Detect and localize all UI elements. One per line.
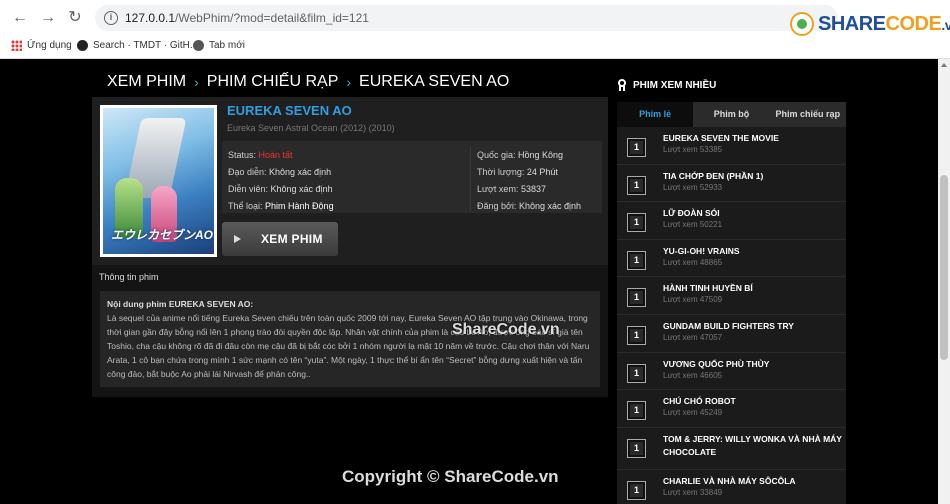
- item-title[interactable]: CHÚ CHÓ ROBOT: [663, 395, 843, 408]
- meta-uploader: Đăng bởi: Không xác định: [477, 201, 581, 211]
- page-content: XEM PHIM › PHIM CHIẾU RẠP › EUREKA SEVEN…: [0, 59, 950, 504]
- poster-logo: エウレカセブンAO: [111, 228, 214, 242]
- item-views: Lượt xem 47509: [663, 295, 723, 305]
- most-viewed-list: 1 EUREKA SEVEN THE MOVIE Lượt xem 53385 …: [617, 127, 846, 504]
- play-icon: [234, 235, 241, 243]
- meta-actors: Diễn viên: Không xác định: [228, 184, 333, 194]
- rank-badge: 1: [627, 175, 646, 195]
- github-icon: [77, 40, 88, 51]
- list-item[interactable]: 1 TIA CHỚP ĐEN (PHẦN 1) Lượt xem 52933: [617, 165, 846, 203]
- medal-icon: [617, 79, 627, 91]
- rank-badge: 1: [627, 401, 646, 421]
- film-poster: エウレカセブンAO: [100, 105, 217, 257]
- item-title[interactable]: VƯƠNG QUỐC PHÙ THỦY: [663, 358, 843, 371]
- item-views: Lượt xem 46605: [663, 370, 723, 380]
- chevron-right-icon: ›: [346, 74, 352, 90]
- item-title[interactable]: CHARLIE VÀ NHÀ MÁY SÔCÔLA: [663, 475, 843, 488]
- bookmark-new-tab[interactable]: Tab mới: [193, 40, 245, 51]
- item-views: Lượt xem 33849: [663, 487, 723, 497]
- tab-phim-chieu-rap[interactable]: Phim chiếu rạp: [770, 102, 846, 127]
- list-item[interactable]: 1 GUNDAM BUILD FIGHTERS TRY Lượt xem 470…: [617, 315, 846, 353]
- page-scrollbar[interactable]: [938, 59, 950, 504]
- meta-duration: Thời lượng: 24 Phút: [477, 167, 558, 177]
- meta-status: Status: Hoàn tất: [228, 150, 293, 160]
- item-title[interactable]: HÀNH TINH HUYỀN BÍ: [663, 282, 843, 295]
- watermark-overlay: ShareCode.vn: [452, 321, 560, 338]
- meta-genre: Thể loại: Phim Hành Động: [228, 201, 334, 211]
- breadcrumb-current-film: EUREKA SEVEN AO: [359, 73, 510, 90]
- film-subtitle: Eureka Seven Astral Ocean (2012) (2010): [227, 123, 395, 133]
- genre-link[interactable]: Phim Hành Động: [265, 201, 334, 211]
- item-title[interactable]: TOM & JERRY: WILLY WONKA VÀ NHÀ MÁY CHOC…: [663, 433, 843, 459]
- bookmark-github[interactable]: Search · TMDT · GitH...: [77, 40, 198, 51]
- address-bar[interactable]: i 127.0.0.1/WebPhim/?mod=detail&film_id=…: [95, 5, 838, 31]
- list-item[interactable]: 1 CHARLIE VÀ NHÀ MÁY SÔCÔLA Lượt xem 338…: [617, 470, 846, 504]
- film-detail-panel: エウレカセブンAO EUREKA SEVEN AO Eureka Seven A…: [92, 97, 608, 397]
- list-item[interactable]: 1 TOM & JERRY: WILLY WONKA VÀ NHÀ MÁY CH…: [617, 428, 846, 470]
- breadcrumb: XEM PHIM › PHIM CHIẾU RẠP › EUREKA SEVEN…: [107, 73, 509, 91]
- list-item[interactable]: 1 YU-GI-OH! VRAINS Lượt xem 48865: [617, 240, 846, 278]
- breadcrumb-xem-phim[interactable]: XEM PHIM: [107, 73, 186, 91]
- item-views: Lượt xem 52933: [663, 182, 723, 192]
- rank-badge: 1: [627, 480, 646, 500]
- item-title[interactable]: EUREKA SEVEN THE MOVIE: [663, 132, 843, 145]
- item-views: Lượt xem 47057: [663, 332, 723, 342]
- most-viewed-tabs: Phim lẻ Phim bộ Phim chiếu rạp: [617, 102, 846, 127]
- meta-views: Lượt xem: 53837: [477, 184, 546, 194]
- rank-badge: 1: [627, 288, 646, 308]
- most-viewed-heading: PHIM XEM NHIỀU: [617, 79, 716, 91]
- film-header: エウレカセブンAO EUREKA SEVEN AO Eureka Seven A…: [92, 97, 608, 265]
- item-views: Lượt xem 45249: [663, 408, 723, 418]
- list-item[interactable]: 1 VƯƠNG QUỐC PHÙ THỦY Lượt xem 46605: [617, 353, 846, 391]
- back-arrow-icon[interactable]: ←: [11, 9, 29, 27]
- copyright-watermark: Copyright © ShareCode.vn: [342, 467, 559, 486]
- list-item[interactable]: 1 CHÚ CHÓ ROBOT Lượt xem 45249: [617, 390, 846, 428]
- bookmarks-bar: Ứng dụng Search · TMDT · GitH... Tab mới: [0, 36, 950, 58]
- tab-phim-le[interactable]: Phim lẻ: [617, 102, 694, 127]
- globe-icon: [193, 40, 204, 51]
- item-title[interactable]: YU-GI-OH! VRAINS: [663, 245, 843, 258]
- chevron-right-icon: ›: [194, 74, 199, 90]
- rank-badge: 1: [627, 138, 646, 157]
- film-info-label: Thông tin phim: [99, 272, 159, 282]
- rank-badge: 1: [627, 438, 646, 458]
- item-title[interactable]: TIA CHỚP ĐEN (PHẦN 1): [663, 170, 843, 183]
- scroll-up-arrow-icon[interactable]: [941, 63, 947, 67]
- watch-film-button[interactable]: XEM PHIM: [222, 222, 338, 256]
- item-views: Lượt xem 50221: [663, 220, 723, 230]
- sharecode-logo-icon: [790, 12, 814, 36]
- rank-badge: 1: [627, 325, 646, 345]
- url-text: 127.0.0.1/WebPhim/?mod=detail&film_id=12…: [125, 11, 369, 25]
- film-title: EUREKA SEVEN AO: [227, 103, 352, 118]
- description-heading: Nội dung phim EUREKA SEVEN AO:: [107, 299, 254, 309]
- site-info-icon[interactable]: i: [104, 11, 118, 25]
- scrollbar-thumb[interactable]: [940, 175, 948, 360]
- bookmark-apps[interactable]: Ứng dụng: [11, 40, 72, 51]
- forward-arrow-icon[interactable]: →: [39, 9, 57, 27]
- reload-icon[interactable]: ↻: [66, 9, 84, 27]
- item-title[interactable]: LỮ ĐOÀN SÓI: [663, 207, 843, 220]
- list-item[interactable]: 1 LỮ ĐOÀN SÓI Lượt xem 50221: [617, 202, 846, 240]
- item-views: Lượt xem 53385: [663, 145, 723, 154]
- rank-badge: 1: [627, 213, 646, 233]
- film-meta: Status: Hoàn tất Đạo diễn: Không xác địn…: [222, 141, 602, 213]
- browser-chrome: ← → ↻ i 127.0.0.1/WebPhim/?mod=detail&fi…: [0, 0, 950, 59]
- rank-badge: 1: [627, 250, 646, 270]
- list-item[interactable]: 1 EUREKA SEVEN THE MOVIE Lượt xem 53385: [617, 127, 846, 165]
- rank-badge: 1: [627, 363, 646, 383]
- tab-phim-bo[interactable]: Phim bộ: [693, 102, 769, 127]
- film-description: Nội dung phim EUREKA SEVEN AO: Là sequel…: [100, 291, 600, 387]
- item-title[interactable]: GUNDAM BUILD FIGHTERS TRY: [663, 320, 843, 333]
- breadcrumb-phim-chieu-rap[interactable]: PHIM CHIẾU RẠP: [207, 73, 339, 91]
- apps-grid-icon: [11, 40, 22, 51]
- meta-director: Đạo diễn: Không xác định: [228, 167, 332, 177]
- item-views: Lượt xem 48865: [663, 257, 723, 267]
- list-item[interactable]: 1 HÀNH TINH HUYỀN BÍ Lượt xem 47509: [617, 277, 846, 315]
- meta-country: Quốc gia: Hồng Kông: [477, 150, 564, 160]
